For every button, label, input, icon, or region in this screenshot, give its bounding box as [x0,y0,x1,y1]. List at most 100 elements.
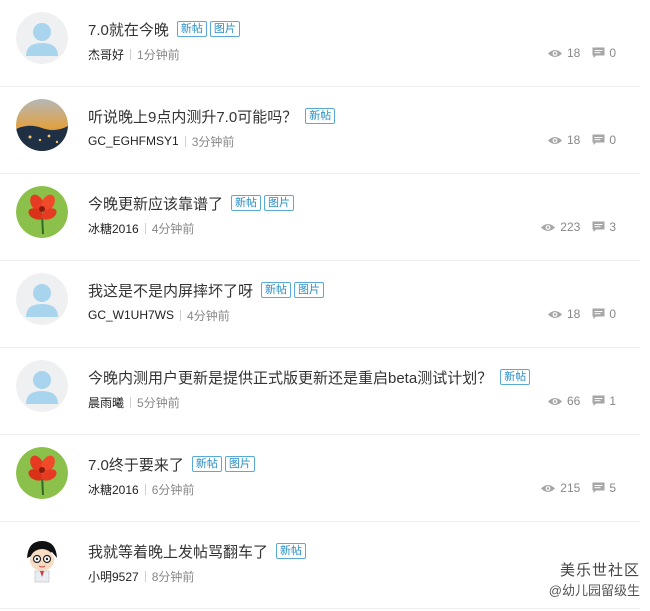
post-stats: 215 5 [540,480,616,496]
replies-count: 0 [609,46,616,60]
views-icon [541,223,556,231]
post-stats: 223 3 [540,219,616,235]
replies-stat: 1 [592,394,616,408]
views-count: 66 [566,394,581,408]
meta-divider [144,483,146,495]
views-stat: 66 [547,394,580,408]
replies-count: 0 [609,133,616,147]
post-row[interactable]: 我就等着晚上发帖骂翻车了 新帖 小明9527 8分钟前 [0,522,640,609]
replies-stat: 3 [592,220,616,234]
views-count: 18 [566,307,581,321]
post-title-line: 听说晚上9点内测升7.0可能吗？ 新帖 [88,106,338,126]
post-stats: 18 0 [547,306,616,322]
post-meta: 小明9527 8分钟前 [88,568,194,584]
post-title[interactable]: 7.0终于要来了 [88,454,184,475]
replies-icon [592,47,605,58]
post-tag: 新帖 [176,21,207,37]
avatar[interactable] [16,273,68,325]
post-tag: 图片 [294,282,325,298]
replies-icon [592,482,605,493]
replies-count: 1 [609,394,616,408]
avatar[interactable] [16,447,68,499]
post-time: 1分钟前 [137,47,180,62]
post-title-line: 今晚内测用户更新是提供正式版更新还是重启beta测试计划？ 新帖 [88,367,533,387]
post-tag: 图片 [224,456,255,472]
post-meta: GC_W1UH7WS 4分钟前 [88,307,230,323]
post-title[interactable]: 听说晚上9点内测升7.0可能吗？ [88,106,297,127]
views-icon [547,136,562,144]
avatar[interactable] [16,99,68,151]
meta-divider [144,222,146,234]
meta-divider [184,135,186,147]
post-title-line: 我就等着晚上发帖骂翻车了 新帖 [88,541,309,561]
watermark: 美乐世社区 @幼儿园留级生 [549,559,640,599]
watermark-user: @幼儿园留级生 [548,583,640,598]
views-stat: 215 [540,481,580,495]
post-title-line: 7.0终于要来了 新帖 图片 [88,454,258,474]
replies-count: 0 [609,307,616,321]
views-stat: 223 [540,220,580,234]
post-title[interactable]: 我就等着晚上发帖骂翻车了 [88,541,268,562]
avatar[interactable] [16,12,68,64]
post-stats: 66 1 [547,393,616,409]
replies-icon [592,308,605,319]
views-count: 223 [560,220,581,234]
post-time: 8分钟前 [151,569,195,584]
replies-stat: 5 [592,481,616,495]
post-author[interactable]: GC_EGHFMSY1 [88,134,179,148]
views-icon [547,49,562,57]
post-title[interactable]: 我这是不是内屏摔坏了呀 [88,280,253,301]
views-icon [541,484,556,492]
post-title-line: 7.0就在今晚 新帖 图片 [88,19,243,39]
post-tag: 新帖 [500,369,531,385]
post-row[interactable]: 今晚更新应该靠谱了 新帖 图片 冰糖2016 4分钟前 223 3 [0,174,640,261]
post-row[interactable]: 今晚内测用户更新是提供正式版更新还是重启beta测试计划？ 新帖 晨雨曦 5分钟前… [0,348,640,435]
post-title[interactable]: 今晚内测用户更新是提供正式版更新还是重启beta测试计划？ [88,367,492,388]
post-time: 5分钟前 [137,395,180,410]
replies-count: 5 [609,481,616,495]
meta-divider [130,48,132,60]
meta-divider [180,309,182,321]
post-meta: 晨雨曦 5分钟前 [88,394,180,410]
views-icon [547,397,562,405]
post-tag: 新帖 [305,108,336,124]
post-stats: 18 0 [547,45,616,61]
post-author[interactable]: 杰哥好 [88,46,124,63]
replies-icon [592,221,605,232]
post-title[interactable]: 7.0就在今晚 [88,19,169,40]
post-author[interactable]: 小明9527 [88,568,139,585]
post-author[interactable]: GC_W1UH7WS [88,308,174,322]
post-meta: 冰糖2016 6分钟前 [88,481,194,497]
avatar[interactable] [16,186,68,238]
replies-count: 3 [609,220,616,234]
replies-icon [592,395,605,406]
meta-divider [130,396,132,408]
replies-icon [592,134,605,145]
post-title[interactable]: 今晚更新应该靠谱了 [88,193,223,214]
post-author[interactable]: 晨雨曦 [88,394,124,411]
post-row[interactable]: 我这是不是内屏摔坏了呀 新帖 图片 GC_W1UH7WS 4分钟前 18 0 [0,261,640,348]
post-row[interactable]: 7.0终于要来了 新帖 图片 冰糖2016 6分钟前 215 5 [0,435,640,522]
post-row[interactable]: 7.0就在今晚 新帖 图片 杰哥好 1分钟前 18 0 [0,0,640,87]
post-author[interactable]: 冰糖2016 [88,220,139,237]
post-meta: GC_EGHFMSY1 3分钟前 [88,133,234,149]
avatar[interactable] [16,534,68,586]
post-time: 4分钟前 [151,221,195,236]
views-count: 215 [560,481,581,495]
views-stat: 18 [547,133,580,147]
views-stat: 18 [547,46,580,60]
post-meta: 杰哥好 1分钟前 [88,46,180,62]
post-time: 6分钟前 [151,482,195,497]
post-tag: 新帖 [231,195,262,211]
post-author[interactable]: 冰糖2016 [88,481,139,498]
post-tag: 图片 [264,195,295,211]
post-stats: 18 0 [547,132,616,148]
avatar[interactable] [16,360,68,412]
replies-stat: 0 [592,46,616,60]
post-tag: 图片 [209,21,240,37]
post-title-line: 今晚更新应该靠谱了 新帖 图片 [88,193,297,213]
post-tag: 新帖 [191,456,222,472]
post-row[interactable]: 听说晚上9点内测升7.0可能吗？ 新帖 GC_EGHFMSY1 3分钟前 18 0 [0,87,640,174]
views-count: 18 [566,46,581,60]
replies-stat: 0 [592,133,616,147]
